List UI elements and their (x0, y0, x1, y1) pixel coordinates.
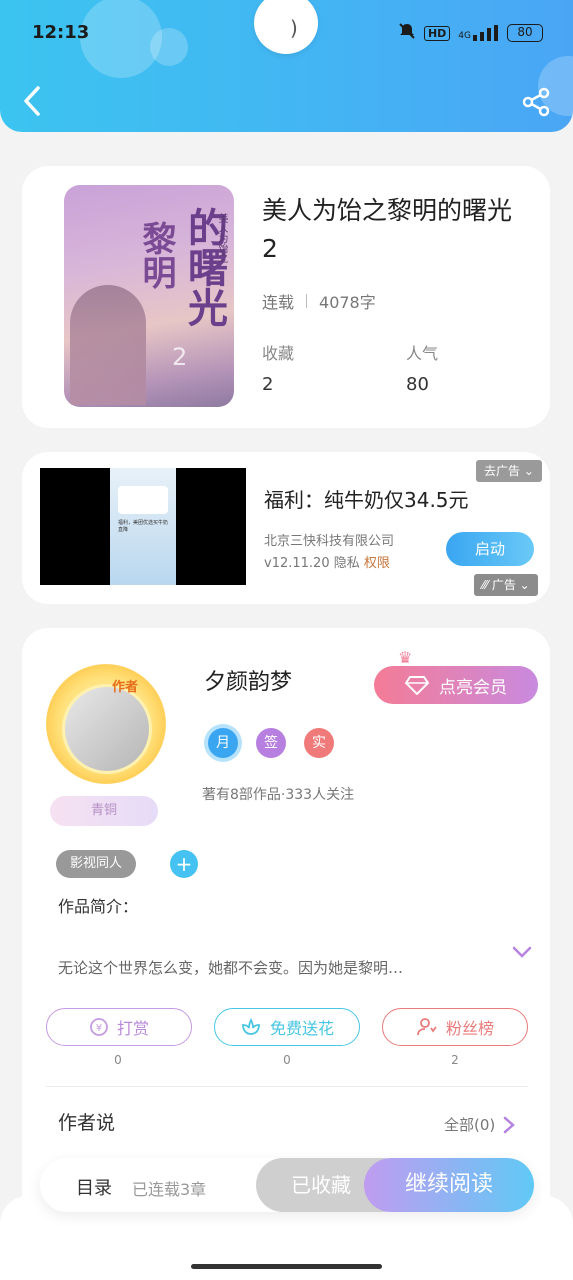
ad-phone-text: 福利，美团优选买牛奶直降 (118, 520, 169, 533)
stat-value: 80 (406, 374, 429, 395)
ad-video[interactable]: 福利，美团优选买牛奶直降 (40, 468, 246, 585)
vip-button[interactable]: 点亮会员 (374, 666, 538, 704)
header-bubble (150, 28, 188, 66)
signed-badge[interactable]: 签 (256, 728, 286, 758)
book-word-count: 4078字 (319, 293, 376, 312)
author-badges: 月 签 实 (208, 728, 334, 758)
ad-version-line: v12.11.20 隐私 权限 (264, 552, 390, 571)
battery-icon: 80 (507, 24, 543, 42)
send-flower-button[interactable]: 免费送花 (214, 1008, 360, 1046)
add-tag-button[interactable]: + (170, 850, 198, 878)
divider (46, 1086, 528, 1087)
back-button[interactable] (18, 84, 46, 118)
book-cover[interactable]: 的曙光 黎明 美人为饴之 2 (64, 185, 234, 407)
toc-status[interactable]: 已连载3章 (132, 1176, 206, 1200)
camera-lens-icon: ) (290, 16, 298, 40)
home-indicator[interactable] (191, 1264, 382, 1269)
all-link-label: 全部(0) (444, 1116, 496, 1134)
author-badge: 作者 (112, 680, 139, 695)
header-bubble (80, 0, 162, 78)
stat-label: 人气 (406, 344, 439, 363)
ad-phone-preview: 福利，美团优选买牛奶直降 (110, 468, 176, 585)
chevron-left-icon (24, 86, 40, 116)
cover-figure (70, 285, 146, 405)
continue-reading-button[interactable]: 继续阅读 (364, 1158, 534, 1212)
hd-badge: HD (423, 25, 451, 41)
coin-icon: ¥ (90, 1018, 108, 1036)
ad-company: 北京三快科技有限公司 (264, 534, 395, 549)
fan-rank-button[interactable]: 粉丝榜 (382, 1008, 528, 1046)
cover-number: 2 (172, 343, 188, 371)
crown-icon: ♛ (398, 648, 413, 667)
ad-privacy-link[interactable]: 隐私 (334, 556, 360, 571)
ad-tag-label: 广告 (491, 578, 516, 592)
remove-ad-label: 去广告 (484, 464, 521, 478)
vip-label: 点亮会员 (439, 677, 507, 698)
tip-button[interactable]: ¥ 打赏 (46, 1008, 192, 1046)
chevron-right-icon (504, 1116, 516, 1133)
monthly-badge[interactable]: 月 (208, 728, 238, 758)
book-meta: 连载 4078字 (262, 289, 376, 313)
ad-permission-link[interactable]: 权限 (364, 556, 390, 571)
stat-favorites: 收藏 2 (262, 340, 294, 395)
tip-count: 0 (114, 1053, 122, 1067)
svg-text:¥: ¥ (96, 1023, 102, 1034)
tip-label: 打赏 (116, 1019, 149, 1038)
stat-popularity: 人气 80 (406, 340, 438, 395)
author-says-title: 作者说 (58, 1112, 116, 1134)
send-flower-label: 免费送花 (269, 1019, 334, 1038)
plus-icon: + (175, 852, 193, 876)
intro-label: 作品简介： (58, 897, 139, 916)
status-time: 12:13 (32, 22, 90, 43)
expand-intro-button[interactable] (512, 944, 532, 960)
diamond-icon (405, 676, 429, 695)
verified-badge[interactable]: 实 (304, 728, 334, 758)
signal-label: 4G (458, 31, 471, 41)
share-button[interactable] (520, 86, 552, 118)
book-status: 连载 (262, 293, 295, 312)
avatar[interactable] (62, 684, 152, 774)
book-title: 美人为饴之黎明的曙光2 (262, 196, 513, 263)
author-says-all-link[interactable]: 全部(0) (444, 1114, 516, 1135)
ad-start-button[interactable]: 启动 (446, 532, 534, 566)
user-rank-icon (417, 1018, 437, 1036)
fan-count: 2 (451, 1053, 459, 1067)
signal-icon: 4G (458, 25, 499, 41)
ad-product-image (118, 486, 168, 514)
cover-subtitle: 美人为饴之 (216, 213, 227, 263)
meta-divider (306, 294, 308, 308)
author-info: 著有8部作品·333人关注 (202, 787, 355, 803)
mute-icon (398, 22, 416, 44)
chevron-down-icon (512, 946, 532, 958)
author-name[interactable]: 夕颜韵梦 (204, 664, 292, 696)
fan-rank-label: 粉丝榜 (445, 1019, 494, 1038)
remove-ad-button[interactable]: 去广告 ⌄ (476, 460, 542, 482)
share-icon (522, 87, 550, 117)
ad-logo-icon: ⁄⁄⁄ (482, 578, 489, 592)
ad-tag[interactable]: ⁄⁄⁄ 广告 ⌄ (474, 574, 538, 596)
stat-value: 2 (262, 374, 274, 395)
ad-version: v12.11.20 (264, 556, 330, 571)
flower-icon (242, 1017, 260, 1035)
ad-title[interactable]: 福利：纯牛奶仅34.5元 (264, 484, 469, 513)
intro-text[interactable]: 无论这个世界怎么变，她都不会变。因为她是黎明… (58, 957, 488, 978)
cover-title-secondary: 黎明 (136, 221, 176, 289)
genre-tag[interactable]: 影视同人 (56, 850, 137, 878)
toc-button[interactable]: 目录 (76, 1174, 112, 1200)
author-rank-badge: 青铜 (50, 796, 158, 826)
stat-label: 收藏 (262, 344, 295, 363)
status-icons: HD 4G 80 (398, 22, 543, 44)
flower-count: 0 (283, 1053, 291, 1067)
